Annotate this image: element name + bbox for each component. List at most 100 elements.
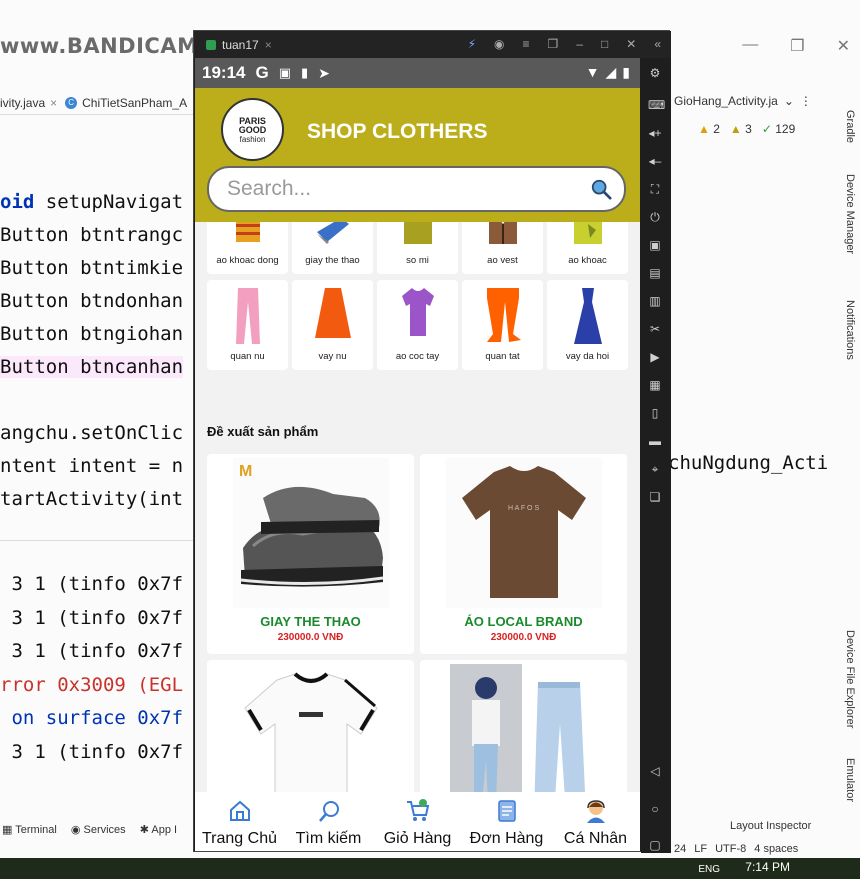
minimize-icon[interactable]: – bbox=[576, 37, 583, 51]
logcat-panel[interactable]: 3 1 (tinfo 0x7f 3 1 (tinfo 0x7f 3 1 (tin… bbox=[0, 568, 183, 769]
tshirt-icon bbox=[401, 288, 434, 336]
chevron-down-icon[interactable]: ⌄ bbox=[784, 94, 794, 108]
line-separator[interactable]: LF bbox=[694, 843, 707, 855]
recents-icon[interactable]: ▢ bbox=[648, 838, 662, 852]
maximize-icon[interactable]: □ bbox=[601, 37, 608, 51]
volume-down-icon[interactable]: ◂– bbox=[648, 154, 662, 168]
home-button-icon[interactable]: ○ bbox=[648, 802, 662, 816]
account-icon[interactable]: ◉ bbox=[494, 37, 504, 51]
nav-label: Cá Nhân bbox=[563, 830, 628, 847]
volume-up-icon[interactable]: ◂+ bbox=[648, 126, 662, 140]
editor-tab-activity[interactable]: ivity.java × bbox=[0, 91, 65, 114]
record-icon[interactable]: ▶ bbox=[648, 350, 662, 364]
product-card[interactable] bbox=[207, 660, 414, 792]
nav-search[interactable]: Tìm kiếm bbox=[284, 792, 373, 851]
location-list-icon[interactable]: ▦ bbox=[648, 378, 662, 392]
wifi-icon: ▼ bbox=[585, 64, 600, 80]
tab-close-icon[interactable]: × bbox=[265, 38, 272, 52]
category-card[interactable]: quan nu bbox=[207, 280, 288, 370]
close-icon[interactable]: ✕ bbox=[837, 36, 850, 56]
minimize-icon[interactable]: — bbox=[742, 36, 758, 56]
notifications-tab[interactable]: Notifications bbox=[844, 300, 856, 360]
lock-icon[interactable]: ⏻ bbox=[648, 210, 662, 224]
product-card[interactable] bbox=[420, 660, 627, 792]
nav-home[interactable]: Trang Chủ bbox=[195, 792, 284, 851]
nav-profile[interactable]: Cá Nhân bbox=[551, 792, 640, 851]
tab-close-icon[interactable]: × bbox=[50, 96, 57, 110]
apk-icon[interactable]: ▥ bbox=[648, 294, 662, 308]
shirt-icon bbox=[403, 222, 432, 244]
search-icon[interactable] bbox=[590, 178, 612, 200]
cut-icon[interactable]: ✂ bbox=[648, 322, 662, 336]
restore-icon[interactable]: ❐ bbox=[548, 37, 559, 51]
category-card[interactable]: ao vest bbox=[462, 222, 543, 274]
emulator-side-toolbar: ⚙ ⌨ ◂+ ◂– ⛶ ⏻ ▣ ▤ ▥ ✂ ▶ ▦ ▯ ▬ ⌖ ❏ ◁ ○ ▢ bbox=[641, 58, 671, 853]
log-line: on surface 0x7f bbox=[0, 707, 184, 729]
category-label: quan tat bbox=[485, 351, 520, 362]
emulator-tab[interactable]: Emulator bbox=[844, 758, 856, 802]
home-icon bbox=[229, 800, 250, 821]
bolt-icon[interactable]: ⚡ bbox=[468, 37, 476, 51]
tights-icon bbox=[486, 288, 521, 342]
line-col[interactable]: 24 bbox=[674, 843, 686, 855]
category-label: giay the thao bbox=[305, 255, 360, 266]
notification-icon: ▣ bbox=[278, 65, 292, 80]
svg-text:M: M bbox=[239, 463, 252, 480]
gradle-tab[interactable]: Gradle bbox=[844, 110, 856, 143]
winter-jacket-icon bbox=[235, 222, 260, 242]
copy-icon[interactable]: ❏ bbox=[648, 490, 662, 504]
shop-title: SHOP CLOTHERS bbox=[307, 120, 488, 143]
scroll-content[interactable]: Đề xuất sản phẩm M GIAY THE THAO 230000.… bbox=[195, 222, 640, 792]
inspection-summary[interactable]: ▲ 2 ▲ 3 ✓ 129 bbox=[698, 122, 795, 136]
indent-setting[interactable]: 4 spaces bbox=[754, 843, 798, 855]
fullscreen-icon[interactable]: ⛶ bbox=[648, 182, 662, 196]
layout-inspector-tab[interactable]: Layout Inspector bbox=[730, 820, 811, 832]
clock[interactable]: 7:14 PM bbox=[745, 860, 790, 874]
nav-cart[interactable]: Giỏ Hàng bbox=[373, 792, 462, 851]
product-card[interactable]: M GIAY THE THAO 230000.0 VNĐ bbox=[207, 454, 414, 654]
category-label: so mi bbox=[406, 255, 429, 266]
product-name: GIAY THE THAO bbox=[260, 614, 361, 629]
product-card[interactable]: H A F O S ÁO LOCAL BRAND 230000.0 VNĐ bbox=[420, 454, 627, 654]
category-card[interactable]: giay the thao bbox=[292, 222, 373, 274]
settings-icon[interactable]: ⚙ bbox=[648, 66, 662, 80]
services-tab[interactable]: ◉ Services bbox=[71, 823, 126, 836]
editor-tab-giohang[interactable]: GioHang_Activity.ja ⌄ ⋮ bbox=[674, 94, 812, 108]
category-card[interactable]: vay da hoi bbox=[547, 280, 628, 370]
back-icon[interactable]: ◁ bbox=[648, 764, 662, 778]
vest-icon bbox=[488, 222, 517, 244]
category-card[interactable]: ao khoac bbox=[547, 222, 628, 274]
menu-icon[interactable]: ≡ bbox=[523, 37, 530, 51]
category-card[interactable]: vay nu bbox=[292, 280, 373, 370]
code-editor[interactable]: oid setupNavigat Button btntrangc Button b… bbox=[0, 186, 183, 516]
keyboard-icon[interactable]: ⌨ bbox=[648, 98, 665, 112]
editor-tab-chitiet[interactable]: C ChiTietSanPham_A bbox=[65, 91, 195, 114]
shake-icon[interactable]: ▯ bbox=[648, 406, 662, 420]
terminal-tab[interactable]: ▦ Terminal bbox=[2, 823, 57, 836]
app-inspection-tab[interactable]: ✱ App I bbox=[140, 823, 177, 836]
category-card[interactable]: quan tat bbox=[462, 280, 543, 370]
nav-orders[interactable]: Đơn Hàng bbox=[462, 792, 551, 851]
toolbox-icon[interactable]: ▤ bbox=[648, 266, 662, 280]
folder-icon[interactable]: ▬ bbox=[648, 434, 662, 448]
log-line: 3 1 (tinfo 0x7f bbox=[0, 740, 184, 763]
emulator-tab-title[interactable]: tuan17 bbox=[222, 38, 259, 52]
device-file-explorer-tab[interactable]: Device File Explorer bbox=[844, 630, 856, 728]
category-card[interactable]: so mi bbox=[377, 222, 458, 274]
category-card[interactable]: ao coc tay bbox=[377, 280, 458, 370]
close-icon[interactable]: ✕ bbox=[626, 37, 636, 51]
collapse-icon[interactable]: « bbox=[654, 37, 661, 51]
more-icon[interactable]: ⋮ bbox=[800, 94, 812, 108]
category-label: ao vest bbox=[487, 255, 518, 266]
device-manager-tab[interactable]: Device Manager bbox=[844, 174, 856, 254]
restore-icon[interactable]: ❐ bbox=[790, 36, 804, 56]
search-input[interactable] bbox=[227, 177, 587, 201]
language-indicator[interactable]: ENG bbox=[698, 864, 720, 875]
location-icon[interactable]: ⌖ bbox=[648, 462, 662, 476]
screenshot-icon[interactable]: ▣ bbox=[648, 238, 662, 252]
category-card[interactable]: ao khoac dong bbox=[207, 222, 288, 274]
bottom-navigation: Trang Chủ Tìm kiếm Giỏ Hàng Đơn Hàng Cá … bbox=[195, 792, 640, 851]
log-line: 3 1 (tinfo 0x7f bbox=[0, 573, 184, 595]
search-bar[interactable] bbox=[207, 166, 626, 212]
file-encoding[interactable]: UTF-8 bbox=[715, 843, 746, 855]
